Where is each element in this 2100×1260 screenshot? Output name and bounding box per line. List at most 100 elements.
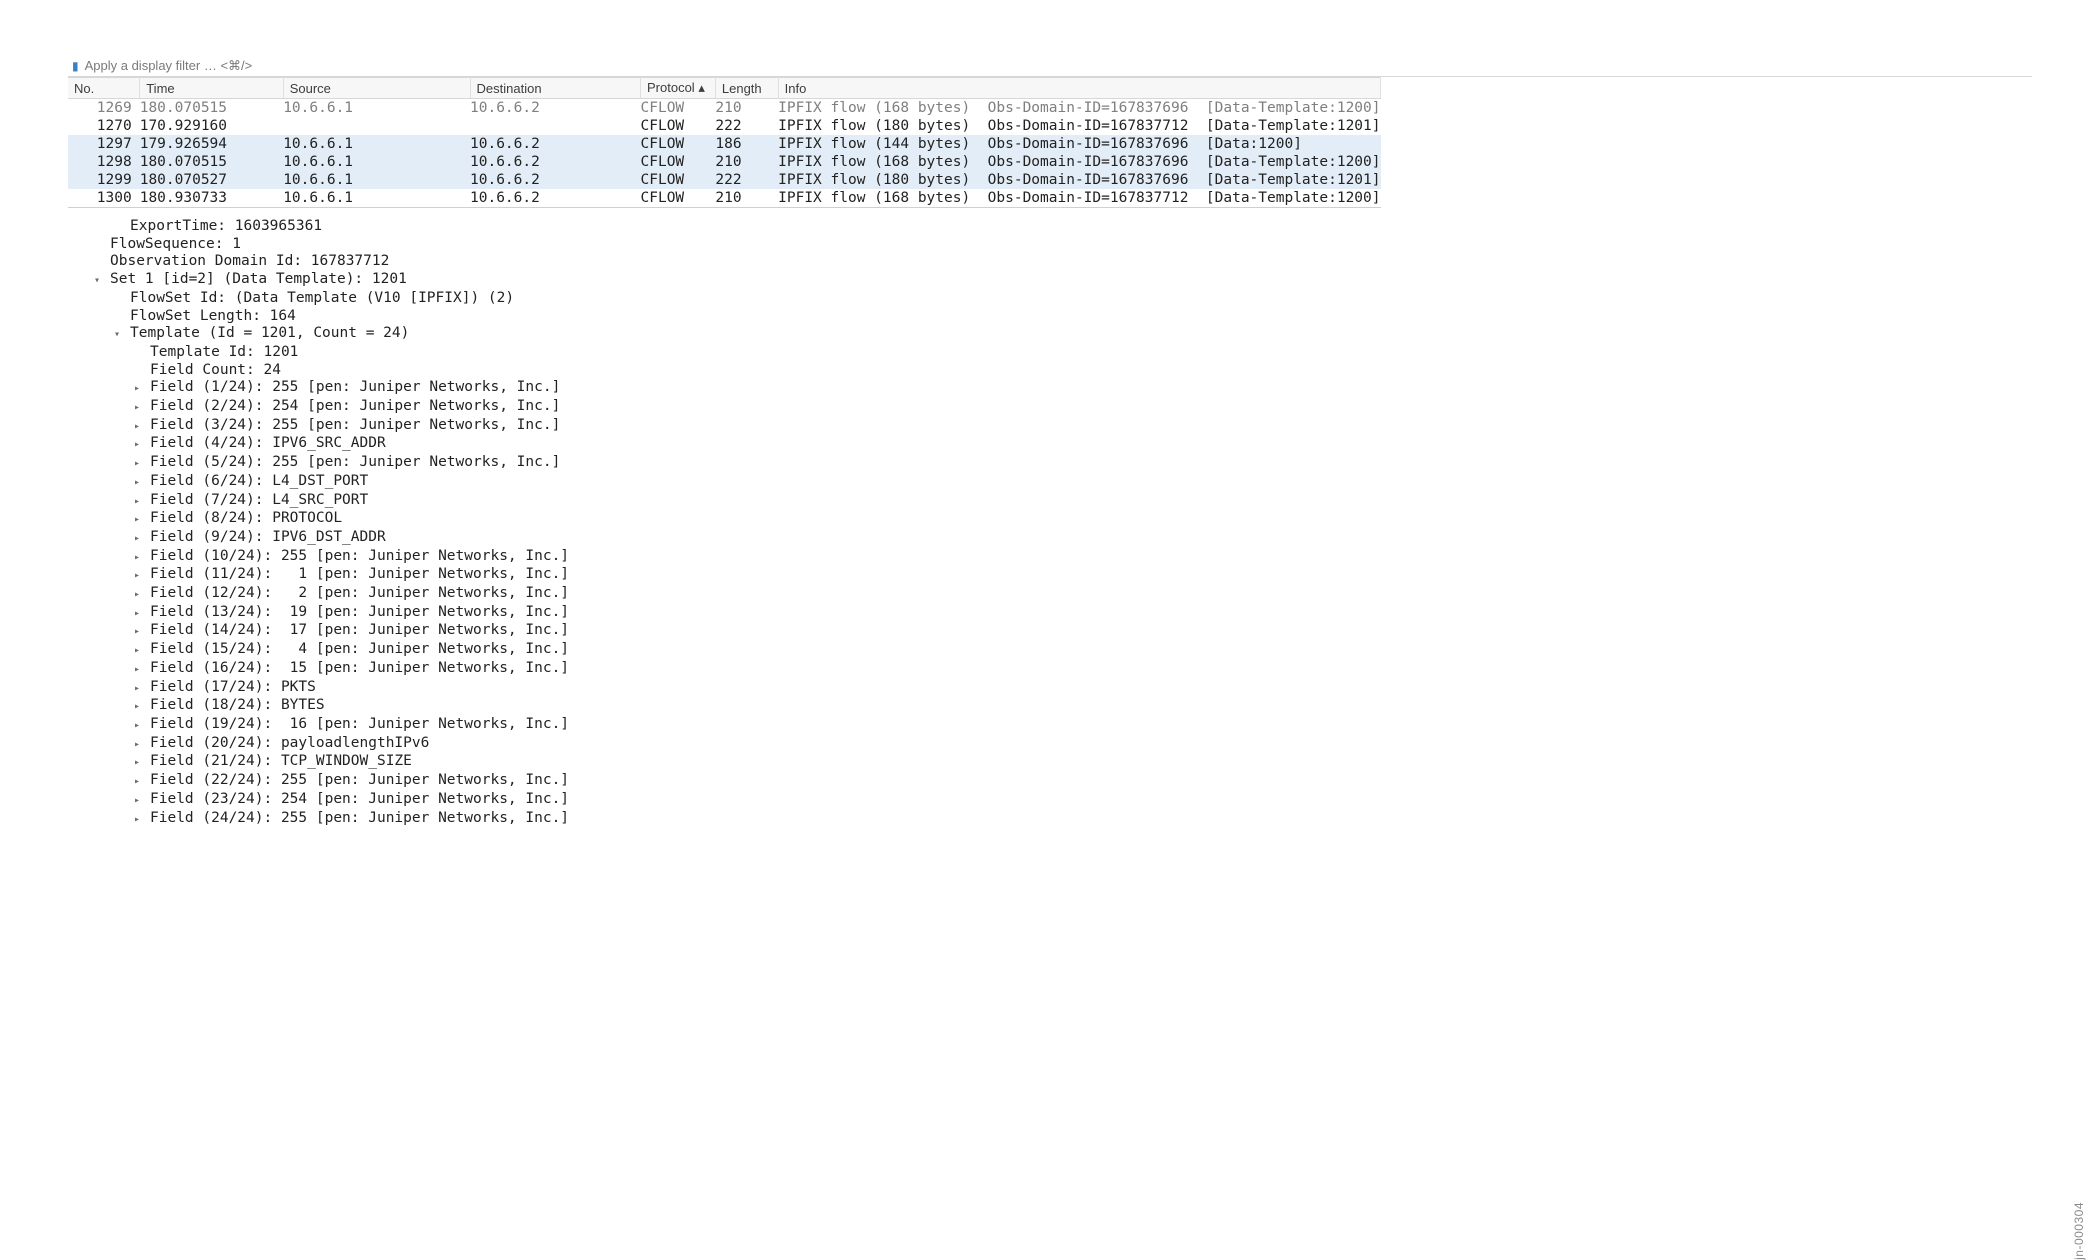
col-header-dest[interactable]: Destination — [470, 78, 640, 99]
cell: 10.6.6.2 — [470, 99, 640, 118]
tree-closed-icon[interactable]: ▸ — [134, 474, 150, 492]
packet-row[interactable]: 1298180.07051510.6.6.110.6.6.2CFLOW210IP… — [68, 153, 1381, 171]
detail-row[interactable]: ▸ Field (16/24): 15 [pen: Juniper Networ… — [68, 660, 2032, 679]
cell: 180.070515 — [140, 99, 283, 118]
detail-row[interactable]: ▸ Field (19/24): 16 [pen: Juniper Networ… — [68, 716, 2032, 735]
detail-row[interactable]: ▸ Field (1/24): 255 [pen: Juniper Networ… — [68, 379, 2032, 398]
tree-closed-icon[interactable]: ▸ — [134, 399, 150, 417]
detail-text: Field (16/24): 15 [pen: Juniper Networks… — [150, 660, 569, 676]
detail-row[interactable]: ▸ Field (11/24): 1 [pen: Juniper Network… — [68, 566, 2032, 585]
detail-text: Field (4/24): IPV6_SRC_ADDR — [150, 435, 386, 451]
col-header-no[interactable]: No. — [68, 78, 140, 99]
cell: 222 — [715, 171, 778, 189]
tree-closed-icon[interactable]: ▸ — [134, 380, 150, 398]
tree-closed-icon[interactable]: ▸ — [134, 455, 150, 473]
detail-row[interactable]: FlowSet Length: 164 — [68, 308, 2032, 326]
packet-row[interactable]: 1270170.929160CFLOW222IPFIX flow (180 by… — [68, 117, 1381, 135]
detail-row[interactable]: ▸ Field (22/24): 255 [pen: Juniper Netwo… — [68, 772, 2032, 791]
detail-row[interactable]: ▸ Field (21/24): TCP_WINDOW_SIZE — [68, 753, 2032, 772]
tree-closed-icon[interactable]: ▸ — [134, 754, 150, 772]
detail-row[interactable]: Observation Domain Id: 167837712 — [68, 253, 2032, 271]
cell: 10.6.6.1 — [283, 171, 470, 189]
tree-closed-icon[interactable]: ▸ — [134, 586, 150, 604]
detail-row[interactable]: ▸ Field (8/24): PROTOCOL — [68, 510, 2032, 529]
display-filter-input[interactable]: Apply a display filter … <⌘/> — [85, 58, 253, 74]
detail-text: Field (6/24): L4_DST_PORT — [150, 473, 368, 489]
col-header-source[interactable]: Source — [283, 78, 470, 99]
packet-list-header: No. Time Source Destination Protocol ▴ L… — [68, 78, 1381, 99]
tree-closed-icon[interactable]: ▸ — [134, 680, 150, 698]
detail-row[interactable]: ▸ Field (13/24): 19 [pen: Juniper Networ… — [68, 604, 2032, 623]
detail-row[interactable]: ▸ Field (14/24): 17 [pen: Juniper Networ… — [68, 622, 2032, 641]
packet-list-table[interactable]: No. Time Source Destination Protocol ▴ L… — [68, 77, 1381, 208]
tree-closed-icon[interactable]: ▸ — [134, 736, 150, 754]
detail-row[interactable]: ▸ Field (23/24): 254 [pen: Juniper Netwo… — [68, 791, 2032, 810]
tree-closed-icon[interactable]: ▸ — [134, 792, 150, 810]
detail-row[interactable]: ▸ Field (2/24): 254 [pen: Juniper Networ… — [68, 398, 2032, 417]
detail-row[interactable]: Field Count: 24 — [68, 362, 2032, 380]
detail-text: Field (14/24): 17 [pen: Juniper Networks… — [150, 622, 569, 638]
detail-text: ExportTime: 1603965361 — [130, 218, 322, 234]
cell — [470, 117, 640, 135]
detail-row[interactable]: FlowSequence: 1 — [68, 236, 2032, 254]
cell: 180.070527 — [140, 171, 283, 189]
detail-row[interactable]: ▸ Field (6/24): L4_DST_PORT — [68, 473, 2032, 492]
tree-closed-icon[interactable]: ▸ — [134, 511, 150, 529]
cell: 1297 — [68, 135, 140, 153]
tree-closed-icon[interactable]: ▸ — [134, 623, 150, 641]
col-header-length[interactable]: Length — [715, 78, 778, 99]
detail-row[interactable]: ▸ Field (5/24): 255 [pen: Juniper Networ… — [68, 454, 2032, 473]
detail-text: Field (1/24): 255 [pen: Juniper Networks… — [150, 379, 560, 395]
detail-text: Field (24/24): 255 [pen: Juniper Network… — [150, 810, 569, 826]
tree-closed-icon[interactable]: ▸ — [134, 605, 150, 623]
detail-row[interactable]: Template Id: 1201 — [68, 344, 2032, 362]
detail-row[interactable]: ▸ Field (24/24): 255 [pen: Juniper Netwo… — [68, 810, 2032, 829]
detail-row[interactable]: ▸ Field (10/24): 255 [pen: Juniper Netwo… — [68, 548, 2032, 567]
detail-text: Template (Id = 1201, Count = 24) — [130, 325, 409, 341]
col-header-proto[interactable]: Protocol ▴ — [641, 78, 716, 99]
packet-details-pane[interactable]: ExportTime: 1603965361 FlowSequence: 1Obs… — [68, 208, 2032, 828]
detail-row[interactable]: ▾ Set 1 [id=2] (Data Template): 1201 — [68, 271, 2032, 290]
sort-asc-icon: ▴ — [698, 80, 705, 95]
detail-row[interactable]: ExportTime: 1603965361 — [68, 218, 2032, 236]
col-header-time[interactable]: Time — [140, 78, 283, 99]
detail-row[interactable]: ▾ Template (Id = 1201, Count = 24) — [68, 325, 2032, 344]
tree-closed-icon[interactable]: ▸ — [134, 530, 150, 548]
detail-row[interactable]: ▸ Field (15/24): 4 [pen: Juniper Network… — [68, 641, 2032, 660]
detail-row[interactable]: ▸ Field (9/24): IPV6_DST_ADDR — [68, 529, 2032, 548]
cell — [283, 117, 470, 135]
detail-text: FlowSequence: 1 — [110, 236, 241, 252]
tree-open-icon[interactable]: ▾ — [94, 272, 110, 290]
tree-closed-icon[interactable]: ▸ — [134, 642, 150, 660]
detail-row[interactable]: FlowSet Id: (Data Template (V10 [IPFIX])… — [68, 290, 2032, 308]
detail-row[interactable]: ▸ Field (3/24): 255 [pen: Juniper Networ… — [68, 417, 2032, 436]
cell: 10.6.6.1 — [283, 153, 470, 171]
tree-closed-icon[interactable]: ▸ — [134, 436, 150, 454]
detail-row[interactable]: ▸ Field (7/24): L4_SRC_PORT — [68, 492, 2032, 511]
detail-row[interactable]: ▸ Field (12/24): 2 [pen: Juniper Network… — [68, 585, 2032, 604]
tree-closed-icon[interactable]: ▸ — [134, 549, 150, 567]
display-filter-bar[interactable]: ▮ Apply a display filter … <⌘/> — [68, 56, 2032, 77]
tree-open-icon[interactable]: ▾ — [114, 326, 130, 344]
detail-row[interactable]: ▸ Field (4/24): IPV6_SRC_ADDR — [68, 435, 2032, 454]
tree-closed-icon[interactable]: ▸ — [134, 661, 150, 679]
detail-row[interactable]: ▸ Field (17/24): PKTS — [68, 679, 2032, 698]
cell: 210 — [715, 153, 778, 171]
packet-row[interactable]: 1297179.92659410.6.6.110.6.6.2CFLOW186IP… — [68, 135, 1381, 153]
packet-row[interactable]: 1300180.93073310.6.6.110.6.6.2CFLOW210IP… — [68, 189, 1381, 208]
tree-closed-icon[interactable]: ▸ — [134, 811, 150, 829]
detail-text: Template Id: 1201 — [150, 344, 298, 360]
tree-closed-icon[interactable]: ▸ — [134, 698, 150, 716]
tree-closed-icon[interactable]: ▸ — [134, 773, 150, 791]
tree-closed-icon[interactable]: ▸ — [134, 567, 150, 585]
tree-closed-icon[interactable]: ▸ — [134, 493, 150, 511]
detail-row[interactable]: ▸ Field (18/24): BYTES — [68, 697, 2032, 716]
cell: IPFIX flow (168 bytes) Obs-Domain-ID=167… — [778, 99, 1380, 118]
packet-row[interactable]: 1269180.07051510.6.6.110.6.6.2CFLOW210IP… — [68, 99, 1381, 118]
packet-row[interactable]: 1299180.07052710.6.6.110.6.6.2CFLOW222IP… — [68, 171, 1381, 189]
detail-row[interactable]: ▸ Field (20/24): payloadlengthIPv6 — [68, 735, 2032, 754]
tree-closed-icon[interactable]: ▸ — [134, 418, 150, 436]
cell: 1270 — [68, 117, 140, 135]
tree-closed-icon[interactable]: ▸ — [134, 717, 150, 735]
col-header-info[interactable]: Info — [778, 78, 1380, 99]
